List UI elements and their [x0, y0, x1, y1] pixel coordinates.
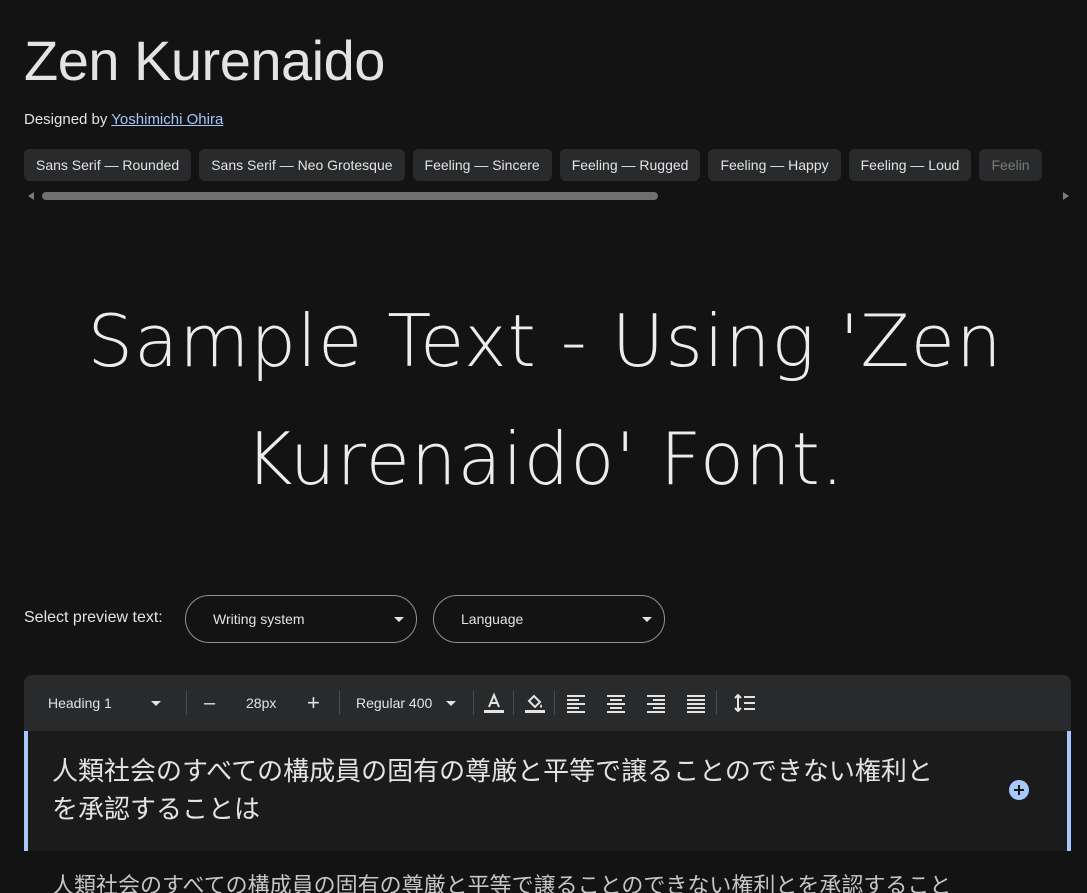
scroll-right-icon[interactable]	[1063, 192, 1069, 200]
tag-chip[interactable]: Feeling — Sincere	[412, 149, 552, 181]
style-select-value: Heading 1	[48, 695, 112, 711]
chevron-down-icon	[151, 701, 161, 706]
tag-chip[interactable]: Feelin	[979, 149, 1042, 181]
designer-line: Designed by Yoshimichi Ohira	[24, 111, 223, 128]
weight-select[interactable]: Regular 400	[356, 675, 460, 731]
align-justify-icon[interactable]	[684, 691, 708, 715]
toolbar-divider	[339, 691, 340, 715]
style-select[interactable]: Heading 1	[48, 675, 170, 731]
tag-chip[interactable]: Feeling — Happy	[708, 149, 841, 181]
writing-system-value: Writing system	[213, 611, 305, 627]
decrease-size-button[interactable]: –	[204, 675, 215, 731]
designed-by-label: Designed by	[24, 111, 108, 128]
preview-text-label: Select preview text:	[24, 609, 163, 626]
tag-scrollbar[interactable]	[24, 190, 1071, 202]
chevron-down-icon	[394, 617, 404, 622]
writing-system-select[interactable]: Writing system	[185, 595, 417, 643]
heading-text-block[interactable]: 人類社会のすべての構成員の固有の尊厳と平等で譲ることのできない権利とを承認するこ…	[24, 731, 1071, 851]
text-color-icon[interactable]	[482, 691, 506, 715]
add-block-icon[interactable]	[1009, 780, 1029, 800]
tag-chip[interactable]: Feeling — Rugged	[559, 149, 701, 181]
body-text[interactable]: 人類社会のすべての構成員の固有の尊厳と平等で譲ることのできない権利とを承認するこ…	[52, 872, 1062, 893]
sample-text-line: Kurenaido' Font.	[245, 417, 845, 501]
toolbar-divider	[513, 691, 514, 715]
scrollbar-thumb[interactable]	[42, 192, 658, 200]
font-size-value[interactable]: 28px	[246, 675, 276, 731]
page-title: Zen Kurenaido	[24, 29, 385, 92]
align-left-icon[interactable]	[564, 691, 588, 715]
weight-select-value: Regular 400	[356, 695, 433, 711]
chevron-down-icon	[642, 617, 652, 622]
language-value: Language	[461, 611, 524, 627]
chevron-down-icon	[446, 701, 456, 706]
increase-size-button[interactable]: +	[307, 675, 320, 731]
sample-text: Sample Text - Using 'Zen Kurenaido' Font…	[80, 282, 1010, 518]
align-center-icon[interactable]	[604, 691, 628, 715]
toolbar-divider	[554, 691, 555, 715]
align-right-icon[interactable]	[644, 691, 668, 715]
scroll-left-icon[interactable]	[28, 192, 34, 200]
editor-toolbar: Heading 1 – 28px + Regular 400	[24, 675, 1071, 731]
toolbar-divider	[473, 691, 474, 715]
tag-chip[interactable]: Sans Serif — Neo Grotesque	[199, 149, 405, 181]
tag-chip[interactable]: Feeling — Loud	[848, 149, 972, 181]
line-spacing-icon[interactable]	[733, 691, 757, 715]
heading-text[interactable]: 人類社会のすべての構成員の固有の尊厳と平等で譲ることのできない権利とを承認するこ…	[52, 753, 952, 829]
tag-chip[interactable]: Sans Serif — Rounded	[24, 149, 192, 181]
language-select[interactable]: Language	[433, 595, 665, 643]
toolbar-divider	[716, 691, 717, 715]
tag-list: Sans Serif — Rounded Sans Serif — Neo Gro…	[24, 149, 1071, 181]
designer-link[interactable]: Yoshimichi Ohira	[111, 111, 223, 128]
toolbar-divider	[186, 691, 187, 715]
sample-text-line: Sample Text - Using 'Zen	[87, 299, 1003, 383]
highlight-icon[interactable]	[523, 691, 547, 715]
font-specimen-page: Zen Kurenaido Designed by Yoshimichi Ohi…	[0, 0, 1087, 893]
